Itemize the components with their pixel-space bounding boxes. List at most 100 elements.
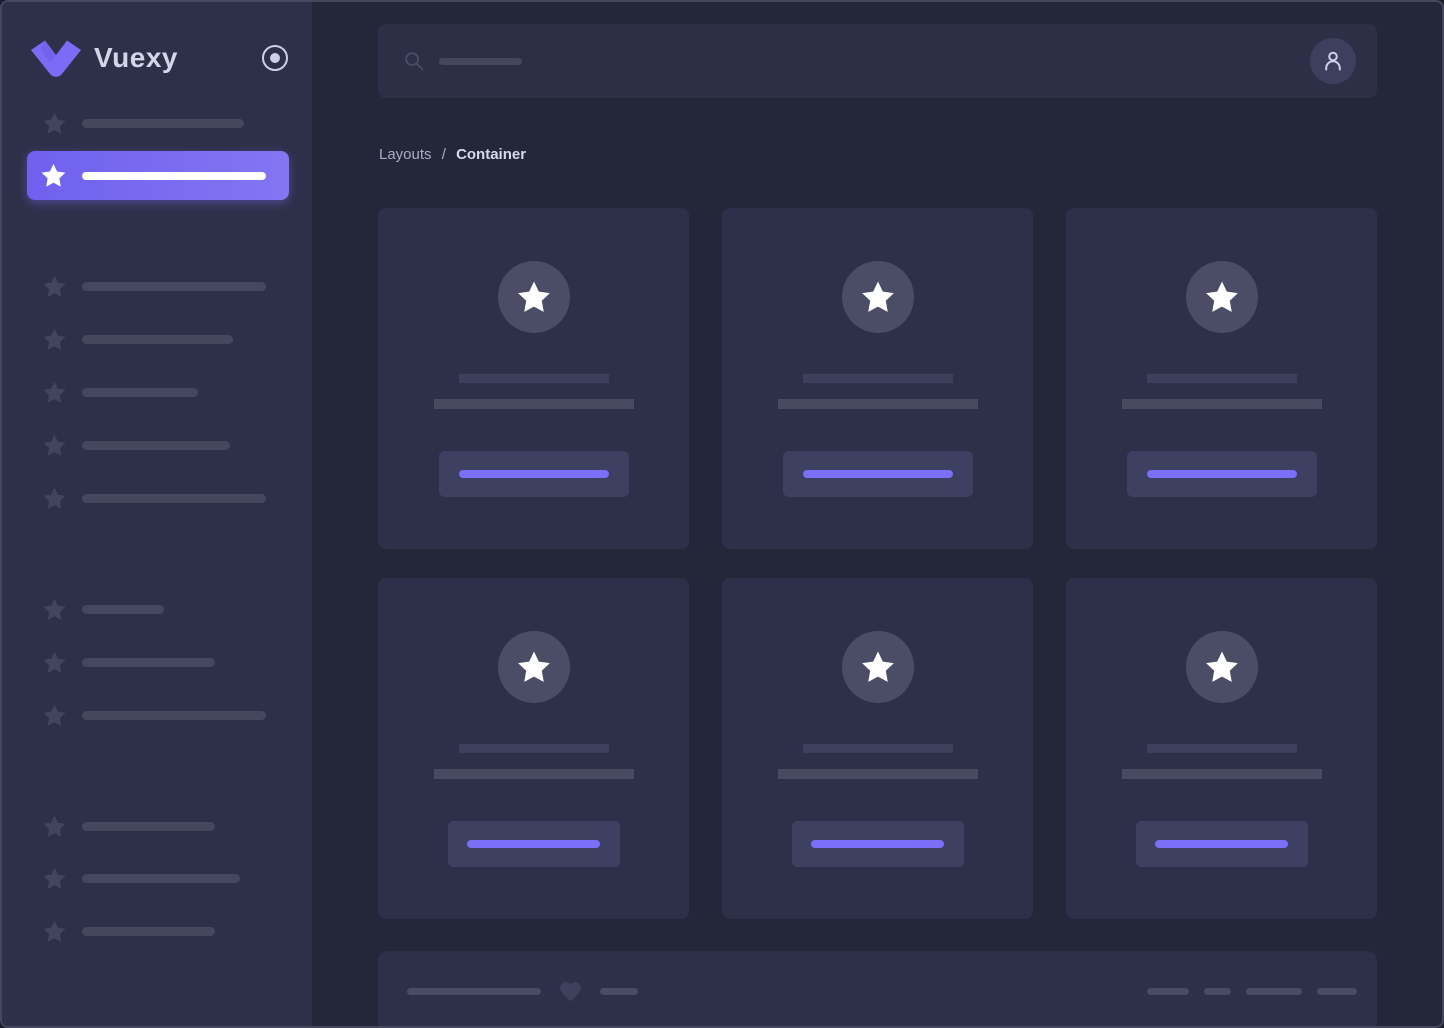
sidebar-item[interactable] [2,484,312,512]
app-window: Vuexy Layouts / Container [0,0,1444,1028]
star-icon [517,651,550,682]
sidebar-item-active[interactable] [27,151,289,200]
star-icon [1205,281,1238,312]
sidebar-item-label-bar [82,493,266,503]
breadcrumb: Layouts / Container [379,146,526,163]
footer-text-bar [600,987,638,995]
sidebar-item-label-bar [82,118,244,128]
placeholder-card [378,578,689,919]
sidebar-item[interactable] [2,272,312,300]
star-icon [861,281,894,312]
card-avatar-circle [497,261,570,333]
card-action-button[interactable] [1126,451,1317,497]
breadcrumb-link-layouts[interactable]: Layouts [379,146,432,163]
placeholder-card [1066,208,1377,549]
card-button-label-bar [467,840,600,848]
breadcrumb-separator: / [441,146,446,163]
card-title-bar [802,744,953,753]
sidebar-item[interactable] [2,109,312,137]
card-subtitle-bar [1121,399,1322,409]
card-action-button[interactable] [791,821,964,867]
sidebar-item-label-bar [82,334,233,344]
star-icon [43,112,66,134]
star-icon [1205,651,1238,682]
sidebar-item-label-bar [82,710,266,720]
placeholder-card [722,578,1033,919]
global-search-bar[interactable] [378,24,1377,98]
footer-link-bar [1147,987,1189,995]
sidebar-item-label-bar [82,387,198,397]
vuexy-logo-icon [31,40,81,77]
card-action-button[interactable] [438,451,629,497]
star-icon [43,381,66,403]
card-button-label-bar [1155,840,1288,848]
card-action-button[interactable] [447,821,620,867]
sidebar-item-label-bar [82,281,266,291]
user-avatar[interactable] [1310,38,1356,84]
star-icon [43,598,66,620]
card-avatar-circle [497,631,570,703]
star-icon [43,867,66,889]
card-action-button[interactable] [782,451,973,497]
sidebar-item[interactable] [2,864,312,892]
sidebar-item-label-bar [82,657,215,667]
card-grid [378,208,1377,919]
sidebar-item-label-bar [82,440,230,450]
card-title-bar [1146,374,1297,383]
sidebar-item[interactable] [2,812,312,840]
sidebar-pin-toggle-icon[interactable] [262,45,288,71]
sidebar-item[interactable] [2,431,312,459]
footer-right-group [1147,979,1357,1003]
star-icon [43,434,66,456]
footer-left-group [407,979,638,1003]
placeholder-card [378,208,689,549]
footer-link-bar [1246,987,1302,995]
star-icon [517,281,550,312]
card-avatar-circle [841,261,914,333]
card-subtitle-bar [777,399,978,409]
sidebar-item[interactable] [2,378,312,406]
heart-icon [560,981,581,1001]
card-title-bar [802,374,953,383]
card-avatar-circle [841,631,914,703]
sidebar-item-label-bar [82,604,164,614]
card-avatar-circle [1185,631,1258,703]
footer-link-bar [1204,987,1231,995]
card-subtitle-bar [433,769,634,779]
card-button-label-bar [458,470,609,478]
card-button-label-bar [802,470,953,478]
search-placeholder-bar [439,58,522,65]
star-icon [43,704,66,726]
sidebar: Vuexy [2,2,312,1026]
sidebar-item-label-bar [82,926,215,936]
card-title-bar [1146,744,1297,753]
person-icon [1325,51,1341,71]
star-icon [43,328,66,350]
star-icon [43,651,66,673]
footer-text-bar [407,987,541,995]
card-action-button[interactable] [1135,821,1308,867]
main-content: Layouts / Container [312,2,1442,1026]
sidebar-item-label-bar [82,873,240,883]
breadcrumb-current-page: Container [456,146,527,163]
star-icon [41,163,66,187]
sidebar-item[interactable] [2,595,312,623]
sidebar-item[interactable] [2,701,312,729]
placeholder-card [1066,578,1377,919]
card-title-bar [458,744,609,753]
card-avatar-circle [1185,261,1258,333]
sidebar-item[interactable] [2,648,312,676]
card-subtitle-bar [1121,769,1322,779]
card-subtitle-bar [777,769,978,779]
placeholder-card [722,208,1033,549]
app-title: Vuexy [94,42,178,73]
star-icon [861,651,894,682]
card-subtitle-bar [433,399,634,409]
sidebar-item[interactable] [2,917,312,945]
card-button-label-bar [811,840,944,848]
sidebar-item[interactable] [2,325,312,353]
star-icon [43,815,66,837]
sidebar-item-label-bar [82,821,215,831]
footer-link-bar [1317,987,1357,995]
star-icon [43,275,66,297]
